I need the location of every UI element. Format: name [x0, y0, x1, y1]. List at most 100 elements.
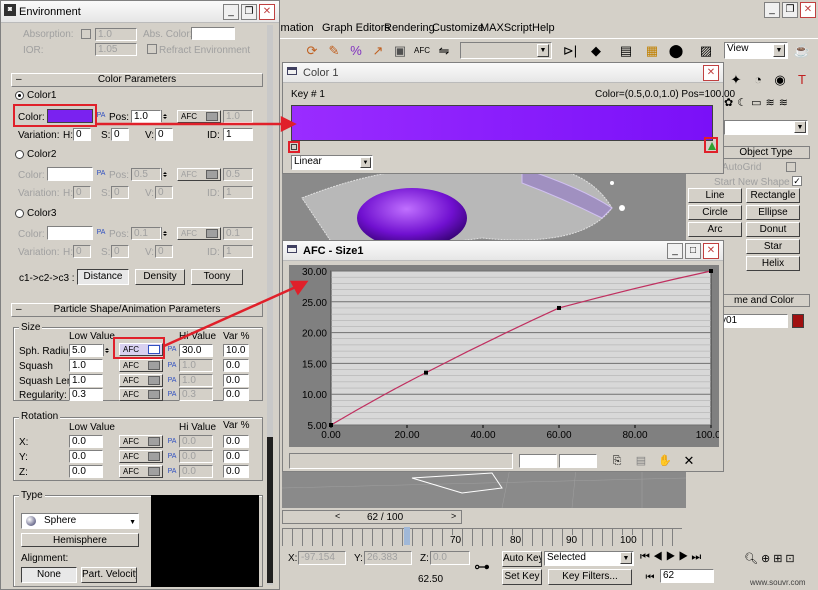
color1-titlebar[interactable]: Color 1 ✕	[283, 63, 723, 83]
pan-hand-icon[interactable]: ✋	[655, 451, 675, 471]
menu-help[interactable]: Help	[532, 22, 555, 34]
afc-close-button[interactable]: ✕	[703, 243, 719, 259]
z-coord-field[interactable]: 0.0	[430, 551, 470, 565]
hemisphere-button[interactable]: Hemisphere	[21, 533, 139, 547]
shape-star-button[interactable]: Star	[746, 239, 800, 254]
object-color-swatch[interactable]	[792, 314, 804, 328]
gradient-bar[interactable]	[291, 105, 713, 141]
shape-ellipse-button[interactable]: Ellipse	[746, 205, 800, 220]
time-slider-prev[interactable]: <	[335, 511, 340, 521]
color1-h-field[interactable]: 0	[73, 128, 91, 141]
color1-id-field[interactable]: 1	[223, 128, 253, 141]
object-name-input[interactable]: y01	[718, 314, 788, 328]
rot-y-var-field[interactable]: 0.0	[223, 450, 249, 463]
key-mode-icon[interactable]: ⊶	[472, 558, 492, 578]
env-restore-button[interactable]: ❐	[241, 4, 257, 20]
color2-afc-field[interactable]: 0.5	[223, 168, 253, 181]
color2-pa-icon[interactable]: PA	[96, 169, 106, 179]
squash-afc-button[interactable]: AFC	[119, 359, 163, 372]
mirror-tool-icon[interactable]: ⊳|	[560, 41, 580, 61]
sph-radius-hi-field[interactable]: 30.0	[179, 344, 213, 357]
sph-radius-low-field[interactable]: 5.0	[69, 344, 103, 357]
left-key-marker[interactable]	[291, 144, 297, 150]
density-button[interactable]: Density	[135, 269, 185, 285]
right-key-marker[interactable]	[708, 142, 716, 150]
scale-icon[interactable]: ↗	[368, 41, 388, 61]
toony-button[interactable]: Toony	[191, 269, 243, 285]
squash-var-field[interactable]: 0.0	[223, 359, 249, 372]
selection-set-dropdown[interactable]: Selected ▼	[544, 551, 634, 566]
color3-id-field[interactable]: 1	[223, 245, 253, 258]
bind-icon[interactable]: ✎	[324, 41, 344, 61]
shape-line-button[interactable]: Line	[688, 188, 742, 203]
category-dropdown[interactable]: ▼	[724, 120, 808, 135]
time-slider-next[interactable]: >	[451, 511, 456, 521]
curve-editor-icon[interactable]: ▦	[642, 41, 662, 61]
afc-x-field[interactable]	[519, 454, 557, 468]
color2-radio[interactable]	[15, 150, 24, 159]
squash-low-field[interactable]: 1.0	[69, 359, 103, 372]
squash-len-var-field[interactable]: 0.0	[223, 374, 249, 387]
afc-y-field[interactable]	[559, 454, 597, 468]
ior-field[interactable]: 1.05	[95, 43, 137, 56]
squash-len-pa-icon[interactable]: PA	[167, 376, 177, 386]
regularity-var-field[interactable]: 0.0	[223, 388, 249, 401]
interpolation-dropdown[interactable]: Linear ▼	[291, 155, 373, 170]
shape-arc-button[interactable]: Arc	[688, 222, 742, 237]
color3-radio[interactable]	[15, 209, 24, 218]
sph-radius-var-field[interactable]: 10.0	[223, 344, 249, 357]
zoom-extents-all-icon[interactable]: ⊡	[785, 553, 797, 565]
shape-donut-button[interactable]: Donut	[746, 222, 800, 237]
color2-s-field[interactable]: 0	[111, 186, 129, 199]
copy-icon[interactable]: ⎘	[607, 451, 627, 471]
color3-h-field[interactable]: 0	[73, 245, 91, 258]
menu-maxscript[interactable]: MAXScript	[480, 22, 532, 34]
play-icon[interactable]: ▶	[666, 551, 679, 563]
layer-icon[interactable]: ▤	[616, 41, 636, 61]
align-none-button[interactable]: None	[21, 567, 77, 583]
rot-y-hi-field[interactable]: 0.0	[179, 450, 213, 463]
shape-circle-button[interactable]: Circle	[688, 205, 742, 220]
create-tab-icon[interactable]: ✦	[726, 70, 746, 90]
box-icon[interactable]: ▣	[390, 41, 410, 61]
rot-z-afc-button[interactable]: AFC	[119, 465, 163, 478]
align-part-velocity-button[interactable]: Part. Velocity	[81, 567, 137, 583]
regularity-low-field[interactable]: 0.3	[69, 388, 103, 401]
set-key-button[interactable]: Set Key	[502, 569, 542, 585]
mirror-icon[interactable]: ⇋	[434, 41, 454, 61]
sph-pa-icon[interactable]: PA	[167, 345, 177, 355]
regularity-pa-icon[interactable]: PA	[167, 390, 177, 400]
prev-frame-icon[interactable]: ◀	[653, 551, 666, 563]
rot-y-afc-button[interactable]: AFC	[119, 450, 163, 463]
color1-pa-icon[interactable]: PA	[96, 111, 106, 121]
main-restore-button[interactable]: ❐	[782, 2, 798, 18]
abs-color-swatch[interactable]	[191, 27, 235, 40]
color1-v-field[interactable]: 0	[155, 128, 173, 141]
rot-x-pa-icon[interactable]: PA	[167, 437, 177, 447]
x-coord-field[interactable]: -97.154	[298, 551, 346, 565]
color1-radio[interactable]	[15, 91, 24, 100]
color1-afc-button[interactable]: AFC	[177, 110, 221, 123]
zoom-extents-icon[interactable]: ⊞	[773, 553, 785, 565]
color2-v-field[interactable]: 0	[155, 186, 173, 199]
goto-end-icon[interactable]: ⏭	[691, 551, 704, 563]
env-close-button[interactable]: ✕	[259, 4, 275, 20]
color3-afc-button[interactable]: AFC	[177, 227, 221, 240]
squash-hi-field[interactable]: 1.0	[179, 359, 213, 372]
color3-pos-spinner[interactable]	[161, 227, 168, 239]
color1-close-button[interactable]: ✕	[703, 65, 719, 81]
color2-id-field[interactable]: 1	[223, 186, 253, 199]
view-dropdown[interactable]: View ▼	[724, 42, 788, 59]
menu-graph-editors[interactable]: Graph Editors	[322, 22, 390, 34]
environment-titlebar[interactable]: ◙ Environment _ ❐ ✕	[1, 1, 279, 23]
main-close-button[interactable]: ✕	[800, 2, 816, 18]
next-frame-icon[interactable]: ▶	[679, 551, 692, 563]
color2-h-field[interactable]: 0	[73, 186, 91, 199]
rot-x-afc-button[interactable]: AFC	[119, 435, 163, 448]
main-minimize-button[interactable]: _	[764, 2, 780, 18]
menu-customize[interactable]: Customize	[432, 22, 484, 34]
color2-afc-button[interactable]: AFC	[177, 168, 221, 181]
start-new-shape-checkbox[interactable]: ✓	[792, 176, 802, 186]
modify-tab-icon[interactable]: ◔	[748, 70, 768, 90]
color3-afc-field[interactable]: 0.1	[223, 227, 253, 240]
